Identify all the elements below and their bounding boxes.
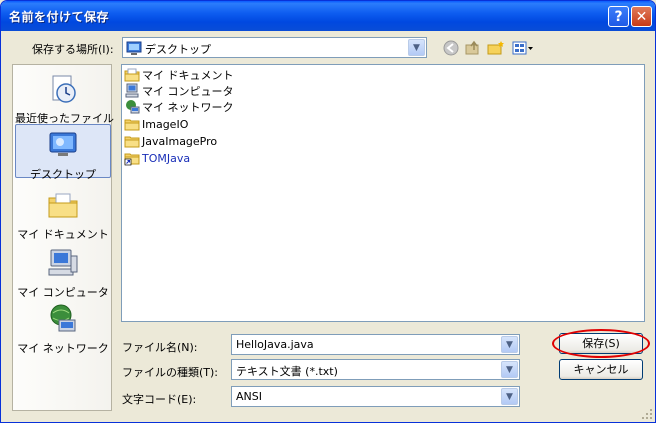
encoding-dropdown[interactable]: ANSI ▼	[231, 386, 520, 407]
cancel-button[interactable]: キャンセル	[559, 359, 643, 380]
place-my-network[interactable]: マイ ネットワーク	[15, 299, 111, 355]
save-location-dropdown[interactable]: デスクトップ ▼	[122, 37, 427, 58]
help-button[interactable]: ?	[608, 6, 629, 27]
filetype-label: ファイルの種類(T):	[122, 366, 219, 379]
list-item-label: TOMJava	[142, 151, 191, 165]
close-button[interactable]: ✕	[631, 6, 652, 27]
desktop-icon	[49, 132, 77, 156]
place-label: マイ ドキュメント	[17, 228, 109, 241]
folder-shortcut-icon	[124, 153, 140, 166]
folder-icon	[124, 136, 140, 148]
back-icon[interactable]	[441, 38, 461, 58]
save-location-value: デスクトップ	[145, 43, 211, 56]
save-location-label: 保存する場所(I):	[32, 43, 114, 56]
encoding-label: 文字コード(E):	[122, 393, 197, 406]
list-item-label: マイ ネットワーク	[142, 101, 234, 114]
file-list[interactable]: マイ ドキュメント マイ コンピュータ マイ ネットワーク ImageIO Ja…	[121, 64, 645, 322]
encoding-value: ANSI	[236, 390, 262, 403]
my-documents-icon	[48, 193, 78, 218]
list-item-label: ImageIO	[142, 117, 189, 131]
title-bar[interactable]: 名前を付けて保存 ? ✕	[1, 1, 655, 31]
resize-grip-icon[interactable]	[641, 408, 653, 420]
list-item-label: JavaImagePro	[142, 134, 218, 148]
place-label: マイ ネットワーク	[17, 342, 109, 355]
filename-value: HelloJava.java	[236, 338, 314, 351]
view-menu-icon[interactable]	[511, 38, 535, 58]
place-label: デスクトップ	[30, 168, 96, 181]
list-item[interactable]: TOMJava	[124, 150, 190, 166]
place-my-computer[interactable]: マイ コンピュータ	[15, 243, 111, 299]
documents-folder-icon	[124, 68, 140, 82]
chevron-down-icon[interactable]: ▼	[408, 39, 425, 56]
filename-input[interactable]: HelloJava.java ▼	[231, 334, 520, 355]
new-folder-icon[interactable]	[486, 38, 506, 58]
list-item[interactable]: マイ ドキュメント	[124, 67, 234, 83]
places-bar: 最近使ったファイル デスクトップ マイ ドキュメント マイ コンピュータ マイ …	[12, 64, 114, 411]
list-item[interactable]: マイ コンピュータ	[124, 83, 234, 99]
network-icon	[126, 100, 140, 114]
list-item[interactable]: ImageIO	[124, 116, 188, 132]
place-my-documents[interactable]: マイ ドキュメント	[15, 185, 111, 241]
recent-clock-icon	[52, 75, 76, 103]
place-desktop[interactable]: デスクトップ	[15, 124, 111, 181]
save-as-dialog: 名前を付けて保存 ? ✕ 保存する場所(I): デスクトップ ▼ 最近使ったファ…	[0, 0, 656, 423]
place-label: マイ コンピュータ	[17, 286, 109, 299]
my-computer-icon	[48, 249, 78, 276]
up-folder-icon[interactable]	[463, 38, 483, 58]
window-title: 名前を付けて保存	[9, 10, 110, 24]
list-item-label: マイ ドキュメント	[142, 69, 234, 82]
list-item[interactable]: JavaImagePro	[124, 133, 217, 149]
my-network-icon	[50, 304, 76, 332]
list-item-label: マイ コンピュータ	[142, 85, 234, 98]
place-recent[interactable]: 最近使ったファイル	[15, 69, 114, 125]
computer-icon	[125, 83, 139, 98]
highlight-circle	[552, 329, 650, 358]
filename-label: ファイル名(N):	[122, 341, 198, 354]
chevron-down-icon[interactable]: ▼	[501, 388, 518, 405]
filetype-dropdown[interactable]: テキスト文書 (*.txt) ▼	[231, 359, 520, 380]
chevron-down-icon[interactable]: ▼	[501, 336, 518, 353]
desktop-small-icon	[126, 41, 142, 55]
folder-icon	[124, 119, 140, 131]
chevron-down-icon[interactable]: ▼	[501, 361, 518, 378]
filetype-value: テキスト文書 (*.txt)	[236, 365, 338, 378]
list-item[interactable]: マイ ネットワーク	[124, 99, 234, 115]
